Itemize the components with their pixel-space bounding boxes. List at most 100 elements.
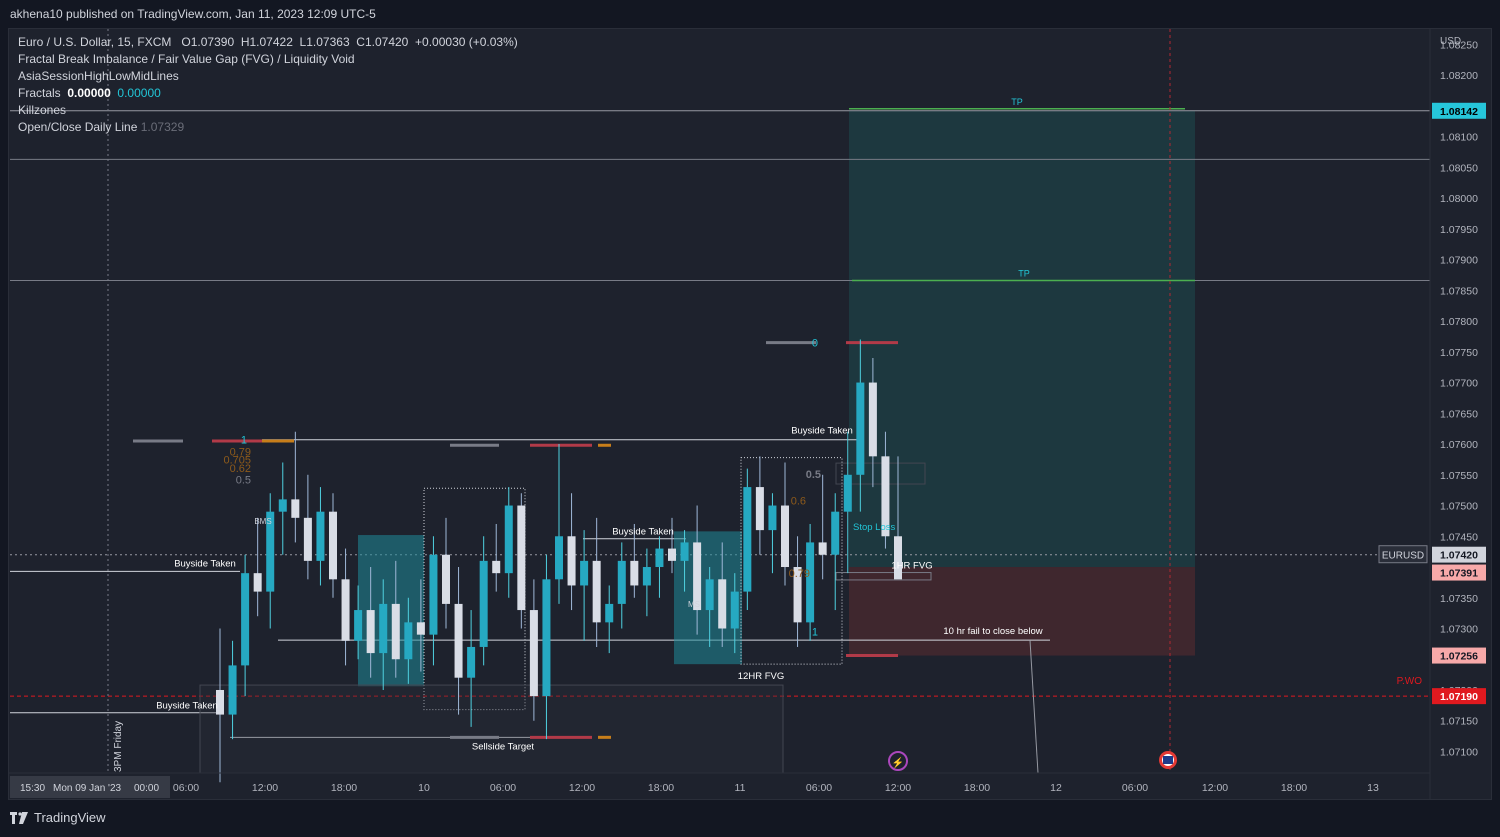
time-tick-label: 13 [1367,782,1379,794]
indicator-fvg[interactable]: Fractal Break Imbalance / Fair Value Gap… [18,51,518,68]
price-tag-label: 1.07190 [1440,691,1478,703]
daily-line-label: Open/Close Daily Line [18,120,138,134]
candle-body [253,573,262,592]
candle-body [668,548,676,561]
time-tick-label: 12:00 [1202,782,1228,794]
candle-body [781,505,789,568]
tradingview-logo-icon [10,811,28,824]
tradingview-brand[interactable]: TradingView [10,810,106,825]
time-label: 00:00 [134,783,159,794]
time-label: 15:30 [20,783,45,794]
candle-body [492,560,501,574]
price-tick-label: 1.07350 [1440,593,1478,605]
candle-body [241,573,250,666]
candle-body [303,517,312,561]
buyside-taken-label: Buyside Taken [156,701,218,712]
candle-body [479,560,488,647]
friday-3pm-label: 3PM Friday [113,721,124,772]
lightning-event-icon: ⚡ [892,756,904,769]
candle-body [542,579,551,697]
date-label: Mon 09 Jan '23 [53,783,122,794]
price-tick-label: 1.07850 [1440,285,1478,297]
us-flag-event-icon [1163,756,1173,764]
fvg-12hr-box [199,684,784,774]
candle-body [730,591,739,629]
candle-body [391,603,400,660]
fail-close-leg [1029,640,1039,774]
price-tag-label: 1.08142 [1440,106,1478,118]
price-tick-label: 1.07150 [1440,716,1478,728]
tp-label: TP [1011,97,1023,107]
fib-level-label: 0.62 [230,463,251,475]
take-profit-zone [849,110,1195,568]
symbol-ohlc-row[interactable]: Euro / U.S. Dollar, 15, FXCM O1.07390 H1… [18,34,518,51]
price-tick-label: 1.07750 [1440,347,1478,359]
price-tag-label: 1.07256 [1440,651,1478,663]
symbol-tag-label: EURUSD [1382,551,1424,562]
candle-body [529,610,538,697]
time-tick-label: 12:00 [569,782,595,794]
candle-body [429,554,438,635]
fib-level-label: 0 [812,338,818,350]
indicator-asia-session[interactable]: AsiaSessionHighLowMidLines [18,68,518,85]
chart-legend: Euro / U.S. Dollar, 15, FXCM O1.07390 H1… [18,34,518,136]
candle-body [278,499,287,512]
daily-line-value: 1.07329 [140,120,185,134]
candle-body [366,610,375,654]
candle-body [617,560,626,604]
candle-body [442,554,450,604]
price-tick-label: 1.07950 [1440,224,1478,236]
candle-body [605,603,614,623]
candle-body [768,505,777,531]
candle-body [718,579,727,629]
low-value: 1.07363 [306,35,350,49]
time-tick-label: 06:00 [1122,782,1148,794]
candle-body [818,542,827,555]
brand-name: TradingView [34,810,106,825]
candle-body [630,560,639,586]
indicator-killzones[interactable]: Killzones [18,102,518,119]
fvg-1hr-label: 1HR FVG [891,561,932,572]
price-tick-label: 1.08250 [1440,39,1478,51]
candle-body [504,505,513,574]
fib-level-label: 0.5 [806,469,821,481]
indicator-daily-line[interactable]: Open/Close Daily Line 1.07329 [18,119,518,136]
candle-body [894,536,902,580]
candle-body [705,579,714,611]
fractals-value-1: 0.00000 [67,86,111,100]
price-tick-label: 1.08000 [1440,193,1478,205]
indicator-fractals[interactable]: Fractals 0.00000 0.00000 [18,85,518,102]
symbol-description[interactable]: Euro / U.S. Dollar, 15, FXCM [18,35,171,49]
candle-body [404,622,413,660]
price-tick-label: 1.07100 [1440,746,1478,758]
buyside-taken-label: Buyside Taken [791,426,853,437]
fib-level-label: 0.5 [236,475,251,487]
price-tick-label: 1.07800 [1440,316,1478,328]
price-tick-label: 1.07650 [1440,408,1478,420]
price-tag-label: 1.07420 [1440,550,1478,562]
fvg-12hr-label: 12HR FVG [738,671,784,682]
candle-body [341,579,350,641]
candle-body [354,610,363,641]
time-tick-label: 10 [418,782,430,794]
time-tick-label: 18:00 [1281,782,1307,794]
price-tick-label: 1.08100 [1440,132,1478,144]
high-value: 1.07422 [249,35,293,49]
close-label: C [356,35,365,49]
candle-body [755,487,764,531]
candle-body [580,560,589,586]
price-tick-label: 1.07600 [1440,439,1478,451]
fail-close-label: 10 hr fail to close below [943,626,1042,637]
candle-body [856,382,865,475]
buyside-taken-label: Buyside Taken [174,558,236,569]
price-tick-label: 1.07450 [1440,531,1478,543]
ms-label: MS [688,600,700,609]
open-value: 1.07390 [190,35,235,49]
candle-body [517,505,526,611]
time-tick-label: 12 [1050,782,1062,794]
candle-body [329,511,337,580]
time-tick-label: 18:00 [648,782,674,794]
fib-level-label: 1 [812,627,818,639]
change-value: +0.00030 (+0.03%) [415,35,518,49]
open-label: O [181,35,191,49]
